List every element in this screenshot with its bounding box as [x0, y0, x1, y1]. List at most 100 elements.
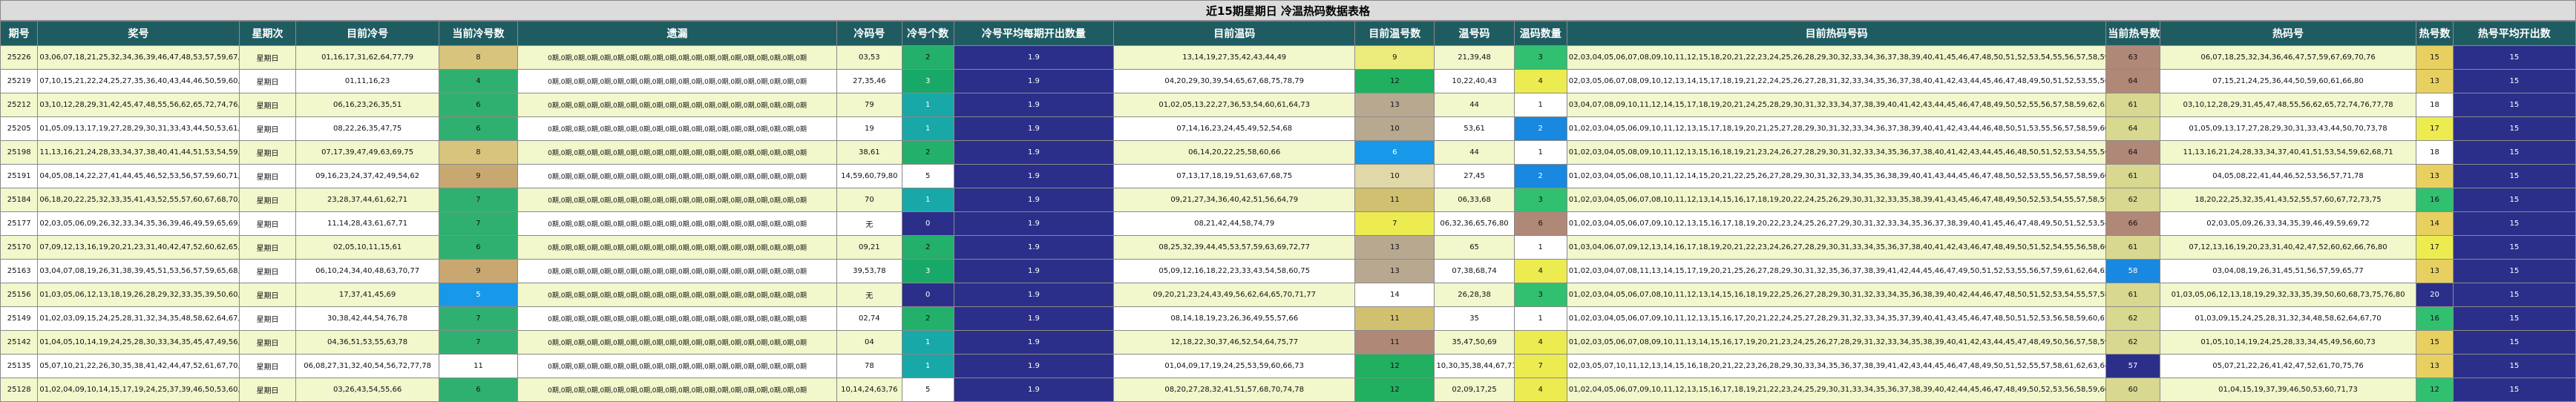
warm-code-cell: 35,47,50,69	[1434, 330, 1515, 355]
hot-code-cell: 01,04,15,19,37,39,46,50,53,60,71,73	[2159, 378, 2417, 402]
cold-avg-cell: 1.9	[953, 211, 1115, 236]
hot-code-cell: 07,15,21,24,25,36,44,50,59,60,61,66,80	[2159, 69, 2417, 93]
hot-count-cell: 13	[2416, 259, 2454, 283]
cold-count-cell: 3	[901, 259, 954, 283]
page-title: 近15期星期日 冷温热码数据表格	[0, 0, 2576, 21]
cold-now-count-cell: 5	[438, 283, 519, 307]
table-row: 25205 01,05,09,13,17,19,27,28,29,30,31,33…	[0, 116, 2576, 141]
cold-now-cell: 17,37,41,45,69	[295, 283, 439, 307]
warm-now-cell: 01,02,05,13,22,27,36,53,54,60,61,64,73	[1113, 93, 1356, 117]
warm-now-count-cell: 11	[1354, 306, 1435, 331]
warm-now-cell: 08,14,18,19,23,26,36,49,55,57,66	[1113, 306, 1356, 331]
hot-now-cell: 01,02,03,04,07,08,11,13,14,15,17,19,20,2…	[1566, 259, 2107, 283]
weekday-cell: 星期日	[238, 69, 297, 93]
table-row: 25149 01,02,03,09,15,24,25,28,31,32,34,35…	[0, 306, 2576, 331]
warm-now-count-cell: 7	[1354, 211, 1435, 236]
warm-code-cell: 07,38,68,74	[1434, 259, 1515, 283]
prize-cell: 03,10,12,28,29,31,42,45,47,48,55,56,62,6…	[37, 93, 240, 117]
cold-code-cell: 70	[836, 188, 902, 212]
weekday-cell: 星期日	[238, 235, 297, 260]
hot-now-cell: 01,02,03,04,05,06,07,09,10,11,12,13,15,1…	[1566, 306, 2107, 331]
miss-cell: 0期,0期,0期,0期,0期,0期,0期,0期,0期,0期,0期,0期,0期,0…	[517, 69, 838, 93]
prize-cell: 03,06,07,18,21,25,32,34,36,39,46,47,48,5…	[37, 45, 240, 70]
warm-now-cell: 08,21,42,44,58,74,79	[1113, 211, 1356, 236]
cold-code-cell: 27,35,46	[836, 69, 902, 93]
hot-code-cell: 05,07,21,22,26,41,42,47,52,61,70,75,76	[2159, 354, 2417, 378]
warm-count-cell: 2	[1513, 116, 1567, 141]
hot-avg-cell: 15	[2452, 259, 2576, 283]
prize-cell: 06,18,20,22,25,32,33,35,41,43,52,55,57,6…	[37, 188, 240, 212]
warm-code-cell: 27,45	[1434, 164, 1515, 188]
header-cell: 当前热号数	[2105, 21, 2160, 46]
cold-now-count-cell: 6	[438, 116, 519, 141]
cold-avg-cell: 1.9	[953, 140, 1115, 165]
cold-now-count-cell: 4	[438, 69, 519, 93]
hot-code-cell: 03,04,08,19,26,31,45,51,56,57,59,65,77	[2159, 259, 2417, 283]
warm-now-cell: 06,14,20,22,25,58,60,66	[1113, 140, 1356, 165]
table-row: 25135 05,07,10,21,22,26,30,35,38,41,42,44…	[0, 354, 2576, 378]
warm-code-cell: 35	[1434, 306, 1515, 331]
hot-now-count-cell: 61	[2105, 93, 2160, 117]
hot-count-cell: 14	[2416, 211, 2454, 236]
warm-now-cell: 08,20,27,28,32,41,51,57,68,70,74,78	[1113, 378, 1356, 402]
issue-cell: 25156	[0, 283, 39, 307]
hot-now-cell: 01,02,03,05,06,07,08,09,10,11,13,14,15,1…	[1566, 330, 2107, 355]
hot-now-count-cell: 64	[2105, 116, 2160, 141]
warm-now-count-cell: 11	[1354, 188, 1435, 212]
cold-code-cell: 79	[836, 93, 902, 117]
miss-cell: 0期,0期,0期,0期,0期,0期,0期,0期,0期,0期,0期,0期,0期,0…	[517, 378, 838, 402]
hot-now-cell: 01,02,03,04,05,08,09,10,11,12,13,15,16,1…	[1566, 140, 2107, 165]
warm-count-cell: 3	[1513, 283, 1567, 307]
issue-cell: 25219	[0, 69, 39, 93]
warm-code-cell: 21,39,48	[1434, 45, 1515, 70]
warm-now-count-cell: 13	[1354, 259, 1435, 283]
hot-avg-cell: 15	[2452, 69, 2576, 93]
hot-now-cell: 02,03,05,06,07,08,09,10,12,13,14,15,17,1…	[1566, 69, 2107, 93]
warm-code-cell: 06,33,68	[1434, 188, 1515, 212]
hot-now-cell: 01,02,03,04,05,06,07,09,10,12,13,15,16,1…	[1566, 211, 2107, 236]
hot-now-count-cell: 61	[2105, 235, 2160, 260]
miss-cell: 0期,0期,0期,0期,0期,0期,0期,0期,0期,0期,0期,0期,0期,0…	[517, 354, 838, 378]
warm-now-cell: 13,14,19,27,35,42,43,44,49	[1113, 45, 1356, 70]
weekday-cell: 星期日	[238, 283, 297, 307]
miss-cell: 0期,0期,0期,0期,0期,0期,0期,0期,0期,0期,0期,0期,0期,0…	[517, 330, 838, 355]
warm-now-count-cell: 12	[1354, 69, 1435, 93]
weekday-cell: 星期日	[238, 354, 297, 378]
hot-code-cell: 03,10,12,28,29,31,45,47,48,55,56,62,65,7…	[2159, 93, 2417, 117]
table-row: 25163 03,04,07,08,19,26,31,38,39,45,51,53…	[0, 259, 2576, 283]
cold-count-cell: 1	[901, 188, 954, 212]
data-table: 期号 奖号 星期次 目前冷号 当前冷号数 遗漏 冷码号 冷号个数 冷号平均每期开…	[0, 21, 2576, 402]
hot-now-cell: 01,02,03,04,05,06,07,08,10,11,12,13,14,1…	[1566, 188, 2107, 212]
hot-avg-cell: 15	[2452, 235, 2576, 260]
miss-cell: 0期,0期,0期,0期,0期,0期,0期,0期,0期,0期,0期,0期,0期,0…	[517, 259, 838, 283]
warm-now-cell: 12,18,22,30,37,46,52,54,64,75,77	[1113, 330, 1356, 355]
header-cell: 目前温号数	[1354, 21, 1435, 46]
header-cell: 热号数	[2416, 21, 2454, 46]
cold-code-cell: 78	[836, 354, 902, 378]
cold-now-cell: 07,17,39,47,49,63,69,75	[295, 140, 439, 165]
cold-avg-cell: 1.9	[953, 378, 1115, 402]
warm-now-cell: 07,14,16,23,24,45,49,52,54,68	[1113, 116, 1356, 141]
cold-now-cell: 11,14,28,43,61,67,71	[295, 211, 439, 236]
table-row: 25170 07,09,12,13,16,19,20,21,23,31,40,42…	[0, 235, 2576, 260]
cold-now-cell: 02,05,10,11,15,61	[295, 235, 439, 260]
issue-cell: 25191	[0, 164, 39, 188]
cold-now-count-cell: 7	[438, 330, 519, 355]
hot-avg-cell: 15	[2452, 93, 2576, 117]
hot-now-cell: 01,02,04,05,06,07,09,10,11,12,13,15,16,1…	[1566, 378, 2107, 402]
warm-now-count-cell: 13	[1354, 93, 1435, 117]
hot-count-cell: 18	[2416, 140, 2454, 165]
prize-cell: 01,02,04,09,10,14,15,17,19,24,25,37,39,4…	[37, 378, 240, 402]
header-cell: 目前冷号	[295, 21, 439, 46]
cold-now-cell: 06,08,27,31,32,40,54,56,72,77,78	[295, 354, 439, 378]
cold-avg-cell: 1.9	[953, 93, 1115, 117]
hot-now-count-cell: 63	[2105, 45, 2160, 70]
warm-now-cell: 01,04,09,17,19,24,25,53,59,60,66,73	[1113, 354, 1356, 378]
hot-code-cell: 04,05,08,22,41,44,46,52,53,56,57,71,78	[2159, 164, 2417, 188]
table-body: 25226 03,06,07,18,21,25,32,34,36,39,46,47…	[0, 45, 2576, 402]
cold-count-cell: 1	[901, 354, 954, 378]
warm-now-count-cell: 12	[1354, 354, 1435, 378]
header-cell: 温号码	[1434, 21, 1515, 46]
warm-code-cell: 02,09,17,25	[1434, 378, 1515, 402]
cold-avg-cell: 1.9	[953, 330, 1115, 355]
